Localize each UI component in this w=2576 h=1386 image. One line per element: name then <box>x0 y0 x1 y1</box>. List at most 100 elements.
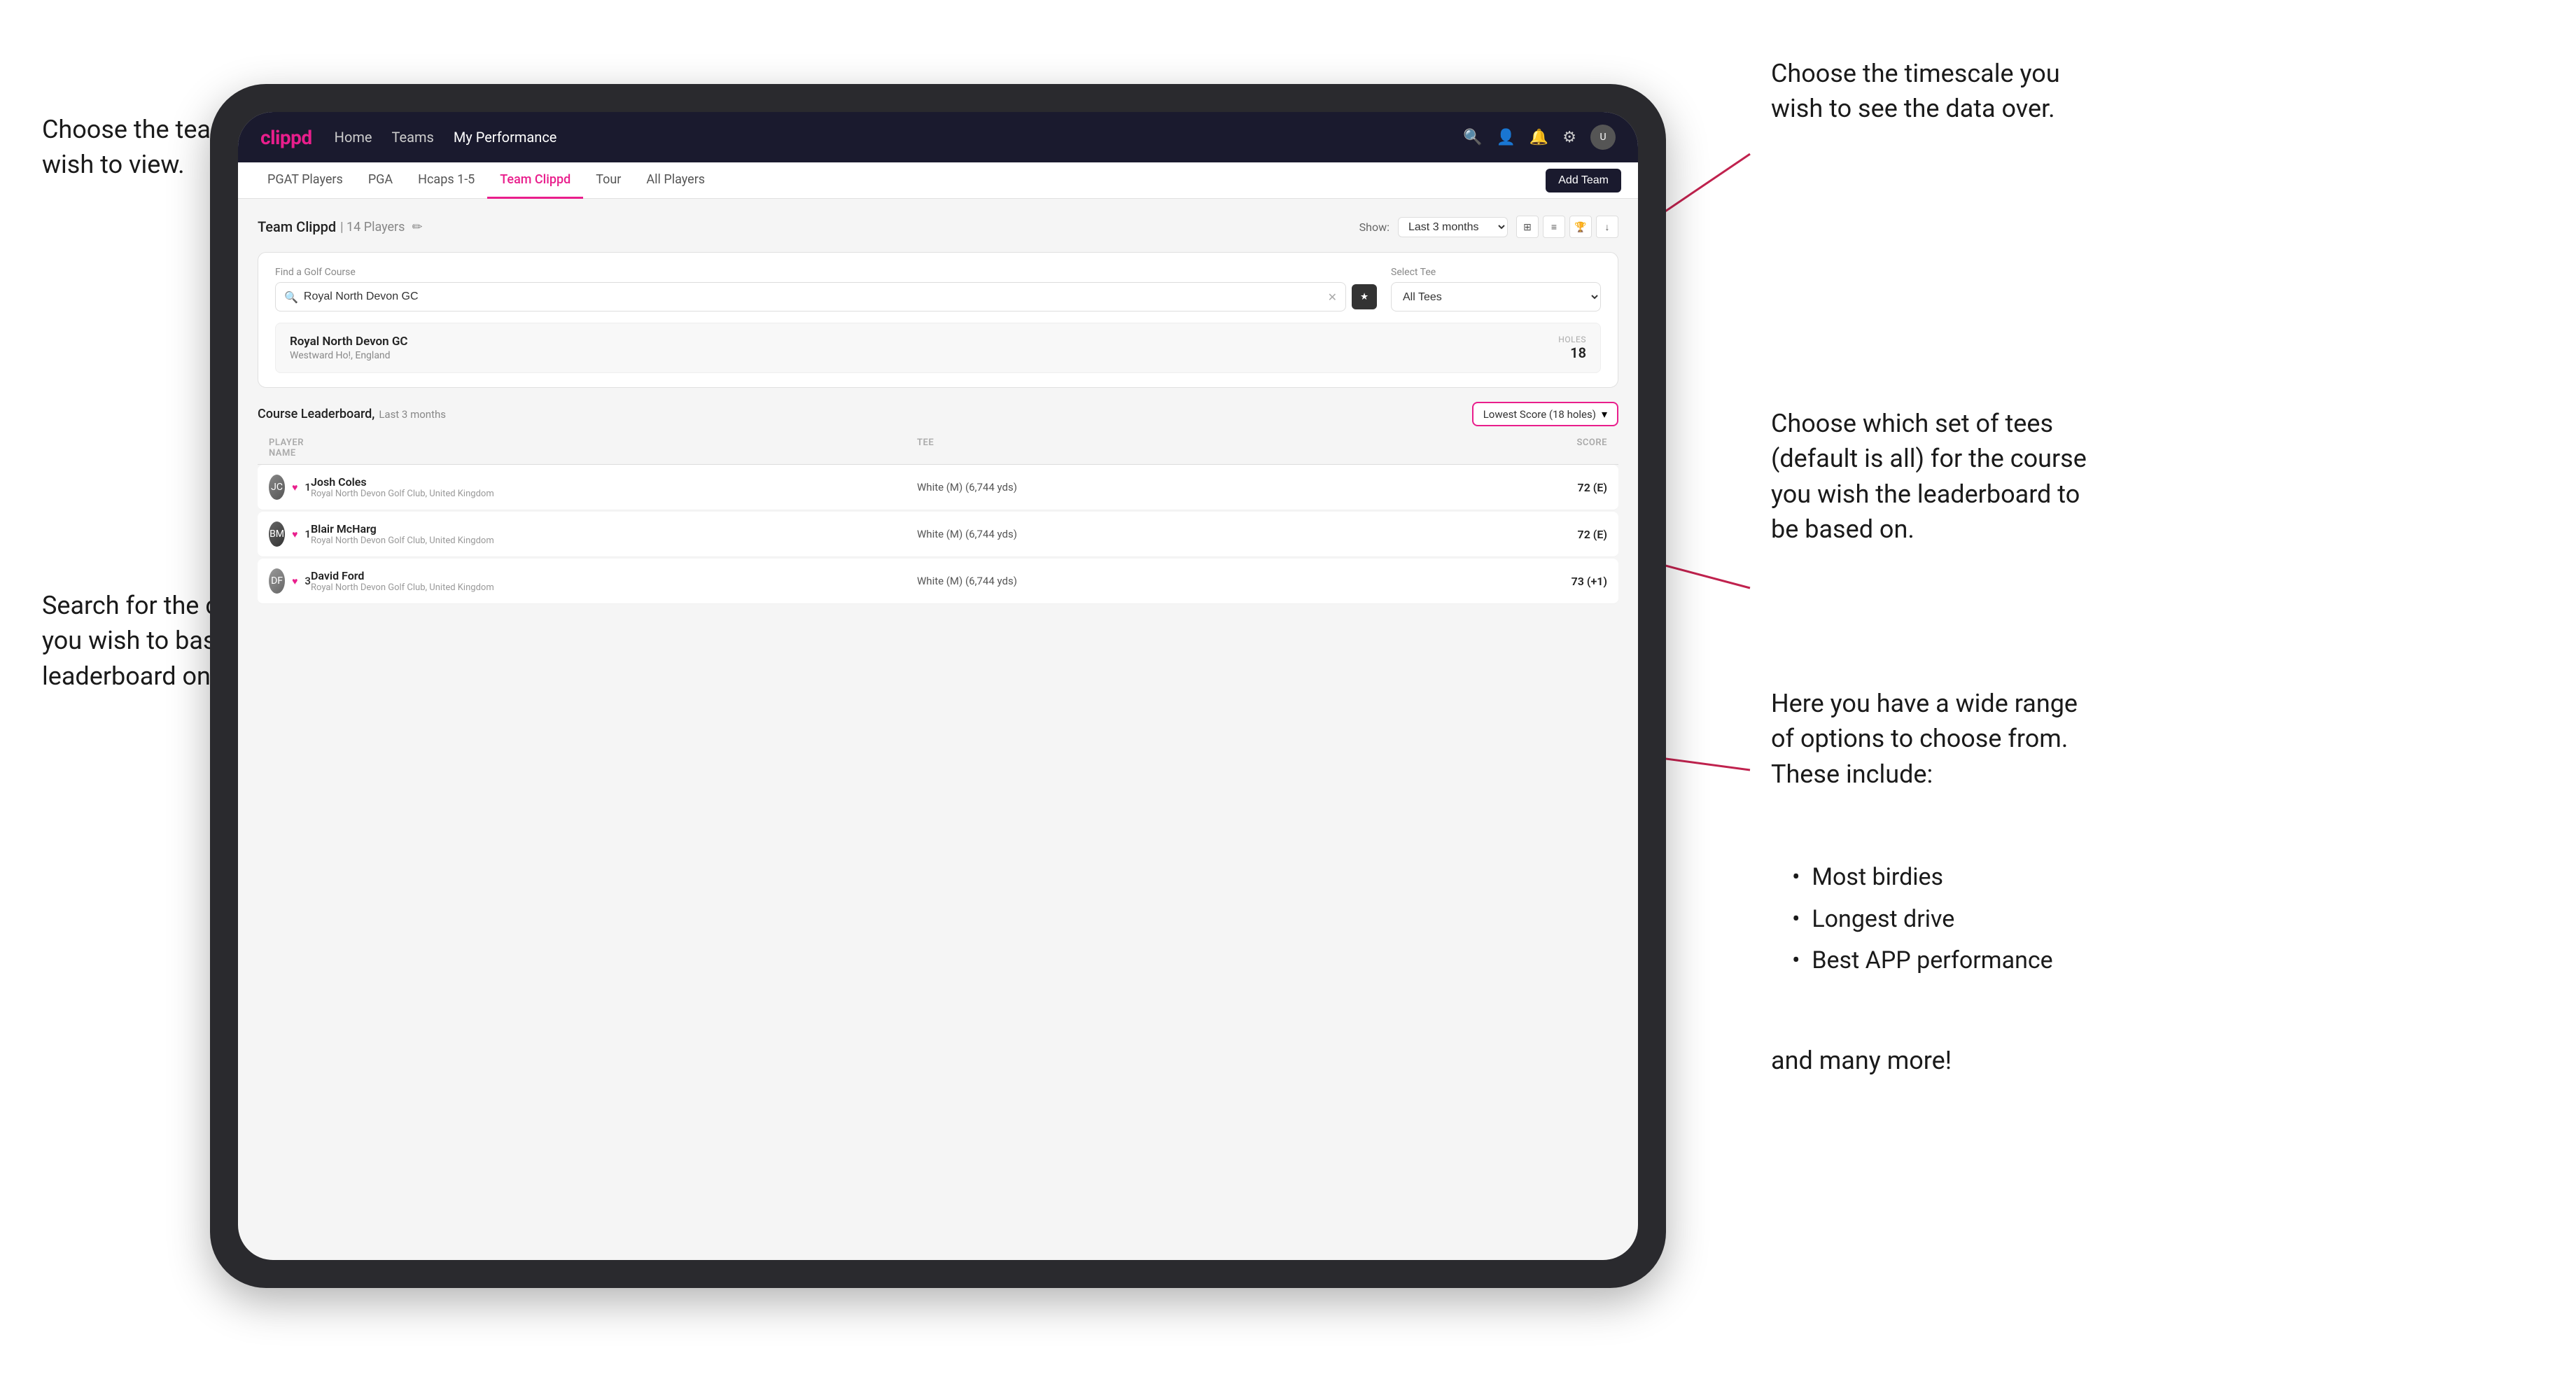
tee-group: Select Tee All Tees <box>1391 267 1601 312</box>
find-course-label: Find a Golf Course <box>275 267 1377 278</box>
tee-info-3: White (M) (6,744 yds) <box>917 575 1523 587</box>
player-club-3: Royal North Devon Golf Club, United King… <box>311 582 917 593</box>
annotation-middle-right: Choose which set of tees(default is all)… <box>1771 406 2087 547</box>
player-rank-2: BM ♥ 1 <box>269 522 311 547</box>
tee-select[interactable]: All Tees <box>1391 282 1601 312</box>
settings-icon[interactable]: ⚙ <box>1562 129 1576 146</box>
player-details-1: Josh Coles Royal North Devon Golf Club, … <box>311 475 917 499</box>
search-magnifier-icon: 🔍 <box>284 290 298 304</box>
player-club-2: Royal North Devon Golf Club, United King… <box>311 536 917 546</box>
show-label: Show: <box>1359 220 1390 234</box>
nav-my-performance[interactable]: My Performance <box>454 129 557 146</box>
add-team-button[interactable]: Add Team <box>1546 169 1621 192</box>
table-row: BM ♥ 1 Blair McHarg Royal North Devon Go… <box>258 512 1618 557</box>
leaderboard-section: Course Leaderboard, Last 3 months Lowest… <box>258 402 1618 604</box>
leaderboard-subtitle: Last 3 months <box>379 408 446 421</box>
player-avatar-1: JC <box>269 475 285 500</box>
course-search-group: Find a Golf Course 🔍 ✕ ★ <box>275 267 1377 312</box>
tab-tour[interactable]: Tour <box>583 162 634 199</box>
player-details-2: Blair McHarg Royal North Devon Golf Club… <box>311 522 917 546</box>
score-1: 72 (E) <box>1523 481 1607 494</box>
nav-home[interactable]: Home <box>335 129 372 146</box>
player-name-3: David Ford <box>311 569 917 582</box>
course-info: Royal North Devon GC Westward Ho!, Engla… <box>290 335 1558 361</box>
rank-3: 3 <box>304 575 311 587</box>
grid-view-btn[interactable]: ⊞ <box>1516 216 1539 238</box>
course-search-input[interactable] <box>304 290 1328 303</box>
score-dropdown-text: Lowest Score (18 holes) <box>1483 408 1596 421</box>
heart-icon-3[interactable]: ♥ <box>292 575 298 587</box>
tab-pgat-players[interactable]: PGAT Players <box>255 162 356 199</box>
tab-team-clippd[interactable]: Team Clippd <box>487 162 583 199</box>
table-row: JC ♥ 1 Josh Coles Royal North Devon Golf… <box>258 465 1618 510</box>
tab-hcaps[interactable]: Hcaps 1-5 <box>405 162 487 199</box>
heart-icon-1[interactable]: ♥ <box>292 482 298 493</box>
col-tee: TEE <box>917 438 1523 458</box>
table-header: PLAYER NAME TEE SCORE <box>258 438 1618 465</box>
navbar-links: Home Teams My Performance <box>335 129 557 146</box>
favorite-button[interactable]: ★ <box>1352 284 1377 309</box>
app-logo: clippd <box>260 126 312 149</box>
player-rank-1: JC ♥ 1 <box>269 475 311 500</box>
tablet-frame: clippd Home Teams My Performance 🔍 👤 🔔 ⚙… <box>210 84 1666 1288</box>
team-count: | 14 Players <box>340 220 405 234</box>
view-icons: ⊞ ≡ 🏆 ↓ <box>1516 216 1618 238</box>
score-2: 72 (E) <box>1523 528 1607 541</box>
holes-badge: Holes 18 <box>1558 335 1586 361</box>
col-score: SCORE <box>1523 438 1607 458</box>
score-3: 73 (+1) <box>1523 575 1607 588</box>
navbar: clippd Home Teams My Performance 🔍 👤 🔔 ⚙… <box>238 112 1638 162</box>
tee-info-1: White (M) (6,744 yds) <box>917 481 1523 493</box>
course-search-wrapper: 🔍 ✕ <box>275 282 1346 312</box>
course-result: Royal North Devon GC Westward Ho!, Engla… <box>275 323 1601 373</box>
dropdown-arrow-icon: ▾ <box>1602 407 1607 421</box>
team-right: Show: Last 3 months ⊞ ≡ 🏆 ↓ <box>1359 216 1618 238</box>
tab-pga[interactable]: PGA <box>356 162 405 199</box>
search-row: Find a Golf Course 🔍 ✕ ★ <box>275 267 1601 312</box>
holes-number: 18 <box>1558 344 1586 361</box>
main-content: Team Clippd | 14 Players ✏ Show: Last 3 … <box>238 199 1638 1260</box>
users-icon[interactable]: 👤 <box>1496 129 1515 146</box>
annotation-top-right: Choose the timescale youwish to see the … <box>1771 56 2060 127</box>
player-name-2: Blair McHarg <box>311 522 917 536</box>
user-avatar[interactable]: U <box>1590 125 1616 150</box>
heart-icon-2[interactable]: ♥ <box>292 528 298 540</box>
player-avatar-3: DF <box>269 568 285 594</box>
search-icon[interactable]: 🔍 <box>1463 129 1482 146</box>
tablet-screen: clippd Home Teams My Performance 🔍 👤 🔔 ⚙… <box>238 112 1638 1260</box>
player-details-3: David Ford Royal North Devon Golf Club, … <box>311 569 917 593</box>
search-clear-icon[interactable]: ✕ <box>1328 290 1337 304</box>
show-select[interactable]: Last 3 months <box>1398 217 1508 237</box>
annotation-bottom-right-header: Here you have a wide rangeof options to … <box>1771 686 2078 792</box>
annotation-many-more: and many more! <box>1771 1043 1952 1078</box>
rank-2: 1 <box>304 528 311 540</box>
trophy-view-btn[interactable]: 🏆 <box>1569 216 1592 238</box>
leaderboard-header: Course Leaderboard, Last 3 months Lowest… <box>258 402 1618 426</box>
rank-1: 1 <box>304 481 311 493</box>
tee-label: Select Tee <box>1391 267 1601 278</box>
team-title: Team Clippd <box>258 218 336 235</box>
navbar-right: 🔍 👤 🔔 ⚙ U <box>1463 125 1616 150</box>
course-location: Westward Ho!, England <box>290 350 1558 361</box>
player-club-1: Royal North Devon Golf Club, United King… <box>311 489 917 499</box>
player-avatar-2: BM <box>269 522 285 547</box>
nav-teams[interactable]: Teams <box>392 129 434 146</box>
player-name-1: Josh Coles <box>311 475 917 489</box>
team-header: Team Clippd | 14 Players ✏ Show: Last 3 … <box>258 216 1618 238</box>
score-dropdown[interactable]: Lowest Score (18 holes) ▾ <box>1472 402 1618 426</box>
tee-info-2: White (M) (6,744 yds) <box>917 528 1523 540</box>
annotation-bullet-items: • Most birdies • Longest drive • Best AP… <box>1792 861 2053 986</box>
search-section: Find a Golf Course 🔍 ✕ ★ <box>258 252 1618 388</box>
list-view-btn[interactable]: ≡ <box>1543 216 1565 238</box>
tabs-bar: PGAT Players PGA Hcaps 1-5 Team Clippd T… <box>238 162 1638 199</box>
leaderboard-title: Course Leaderboard, <box>258 407 374 421</box>
player-rank-3: DF ♥ 3 <box>269 568 311 594</box>
download-btn[interactable]: ↓ <box>1596 216 1618 238</box>
tab-all-players[interactable]: All Players <box>634 162 718 199</box>
holes-label: Holes <box>1558 335 1586 344</box>
app-container: clippd Home Teams My Performance 🔍 👤 🔔 ⚙… <box>238 112 1638 1260</box>
table-row: DF ♥ 3 David Ford Royal North Devon Golf… <box>258 559 1618 604</box>
course-name: Royal North Devon GC <box>290 335 1558 349</box>
bell-icon[interactable]: 🔔 <box>1530 129 1548 146</box>
edit-icon[interactable]: ✏ <box>412 220 422 234</box>
